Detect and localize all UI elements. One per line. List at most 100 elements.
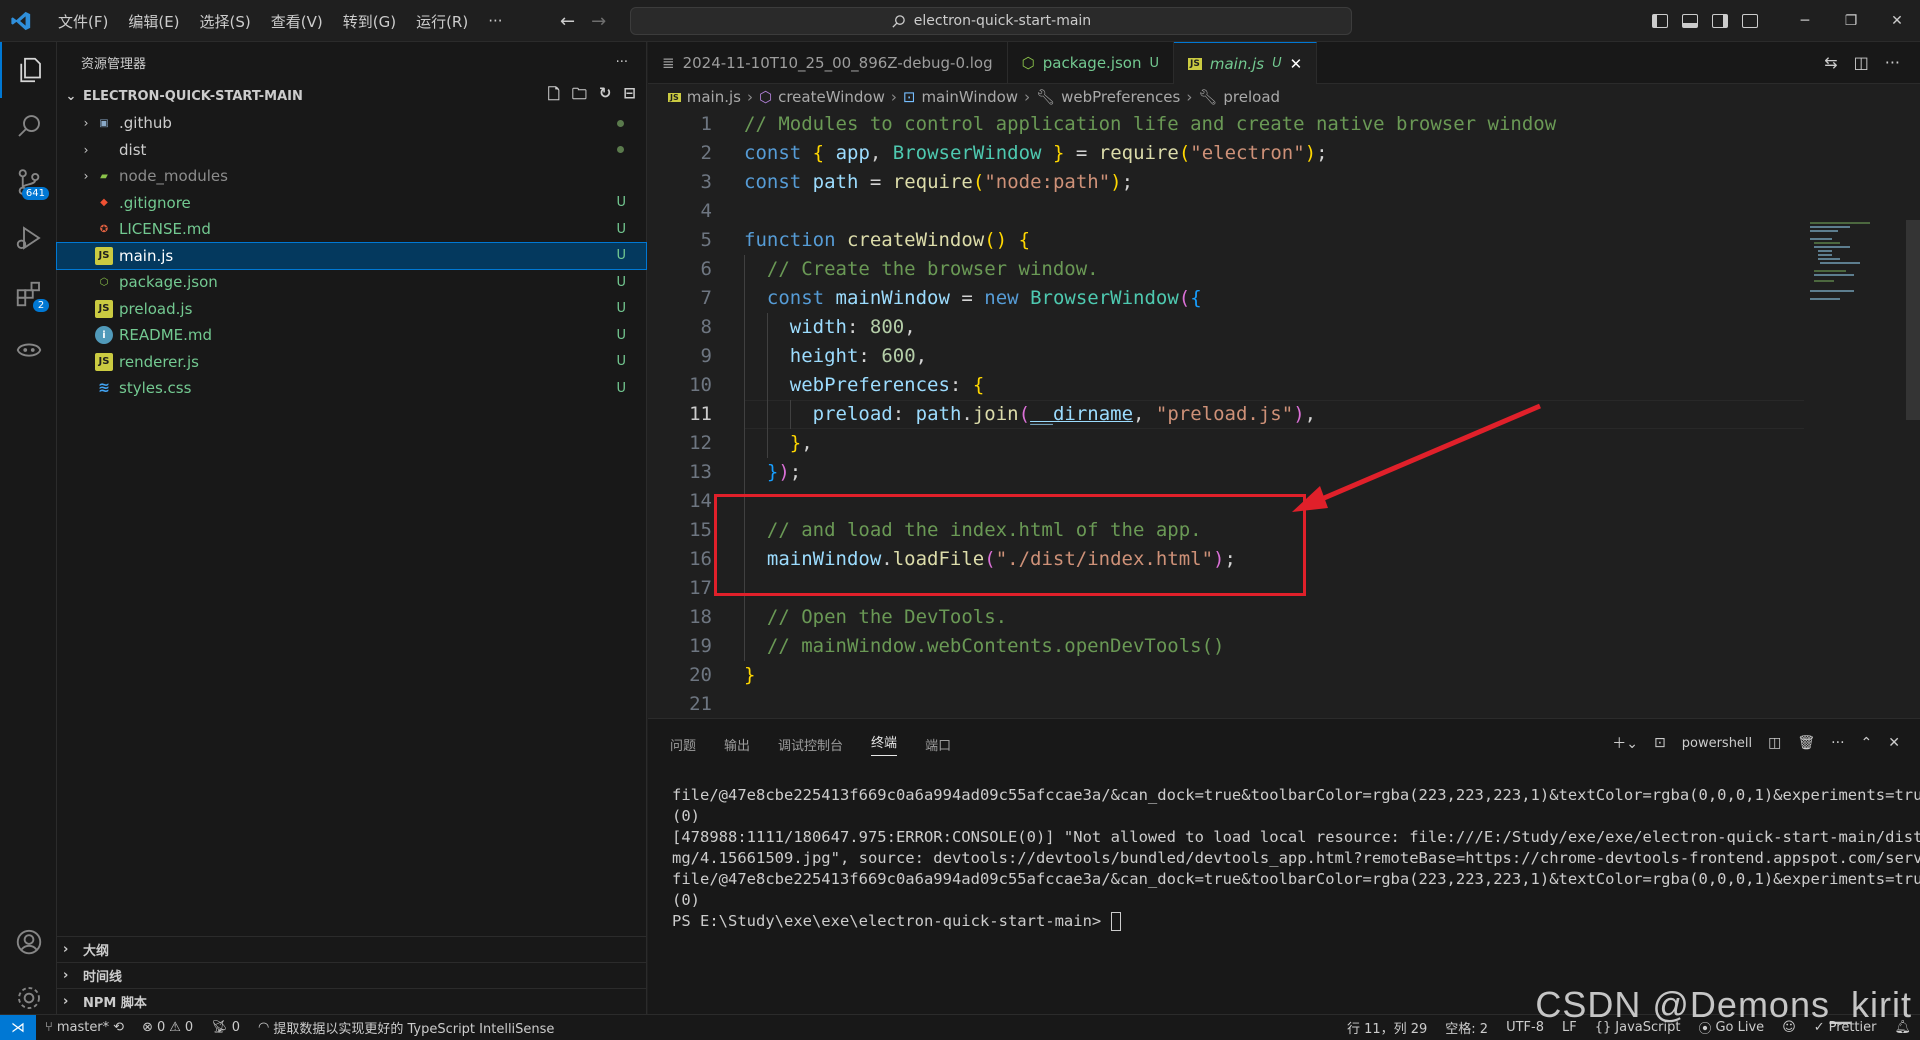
tab-debug-log[interactable]: ≣ 2024-11-10T10_25_00_896Z-debug-0.log <box>648 42 1008 84</box>
maximize-panel-icon[interactable]: ⌃ <box>1861 735 1873 751</box>
tab-output[interactable]: 输出 <box>724 735 750 754</box>
toggle-primary-sidebar-icon[interactable] <box>1652 14 1668 28</box>
forward-arrow-icon[interactable]: → <box>591 11 606 32</box>
tab-problems[interactable]: 问题 <box>670 735 696 754</box>
terminal-shell-label[interactable]: powershell <box>1682 736 1752 751</box>
menu-view[interactable]: 查看(V) <box>263 7 331 36</box>
menu-more[interactable]: ··· <box>480 8 510 34</box>
menu-selection[interactable]: 选择(S) <box>192 7 259 36</box>
tab-ports[interactable]: 端口 <box>925 735 951 754</box>
tree-file-renderer-js[interactable]: JS renderer.js U <box>57 349 646 376</box>
terminal-prompt-row: PS E:\Study\exe\exe\electron-quick-start… <box>672 911 1902 932</box>
npm-scripts-section[interactable]: › NPM 脚本 <box>57 988 647 1014</box>
menu-run[interactable]: 运行(R) <box>408 7 476 36</box>
source-control-activity[interactable]: 641 <box>0 154 57 210</box>
menu-bar: 文件(F) 编辑(E) 选择(S) 查看(V) 转到(G) 运行(R) ··· <box>50 0 511 42</box>
compare-changes-icon[interactable]: ⇆ <box>1824 53 1837 72</box>
tree-file-main-js[interactable]: JS main.js U <box>56 241 647 270</box>
editor-actions: ⇆ ◫ ··· <box>1824 42 1920 83</box>
accounts-activity[interactable] <box>0 914 57 970</box>
refresh-icon[interactable]: ↻ <box>599 84 612 109</box>
collapse-all-icon[interactable]: ⊟ <box>623 84 636 109</box>
outline-label: 大纲 <box>83 944 110 959</box>
chevron-right-icon: › <box>63 994 69 1009</box>
breadcrumb: JS main.js › ⬡ createWindow › ⊡ mainWind… <box>648 84 1920 110</box>
run-debug-activity[interactable] <box>0 210 57 266</box>
new-terminal-icon[interactable]: ＋⌄ <box>1612 733 1638 753</box>
close-window-button[interactable]: ✕ <box>1874 0 1920 42</box>
trash-icon[interactable]: 🗑︎ <box>1797 735 1815 751</box>
untracked-status: U <box>616 327 626 343</box>
remote-explorer-activity[interactable] <box>0 322 57 378</box>
tree-file-gitignore[interactable]: ◆ .gitignore U <box>57 190 646 217</box>
breadcrumb-item[interactable]: preload <box>1223 88 1280 106</box>
git-branch[interactable]: ⑂ master* ⟲ <box>36 1020 133 1035</box>
restore-button[interactable]: ❐ <box>1828 0 1874 42</box>
timeline-section[interactable]: › 时间线 <box>57 962 647 988</box>
tree-file-license[interactable]: ✪ LICENSE.md U <box>57 216 646 243</box>
new-folder-icon[interactable]: 🗀 <box>572 84 587 109</box>
breadcrumb-item[interactable]: webPreferences <box>1061 88 1180 106</box>
tree-folder-dist[interactable]: › dist <box>57 137 646 164</box>
split-editor-icon[interactable]: ◫ <box>1854 53 1869 72</box>
tree-file-package-json[interactable]: ⬡ package.json U <box>57 269 646 296</box>
log-file-icon: ≣ <box>662 54 675 72</box>
more-actions-icon[interactable]: ··· <box>1885 53 1900 72</box>
tab-package-json[interactable]: ⬡ package.json U <box>1008 42 1175 84</box>
tree-label: .gitignore <box>119 193 191 212</box>
bottom-panel: 问题 输出 调试控制台 终端 端口 ＋⌄ ⊡ powershell ◫ 🗑︎ ·… <box>648 718 1920 1014</box>
breadcrumb-item[interactable]: main.js <box>687 88 741 106</box>
terminal-icon: ⊡ <box>1654 735 1666 751</box>
customize-layout-icon[interactable] <box>1742 14 1758 28</box>
menu-go[interactable]: 转到(G) <box>335 7 404 36</box>
tree-folder-github[interactable]: › ▣ .github <box>57 110 646 137</box>
tab-debug-console[interactable]: 调试控制台 <box>778 735 843 754</box>
javascript-file-icon: JS <box>95 299 113 318</box>
extensions-activity[interactable]: 2 <box>0 266 57 322</box>
problems-status[interactable]: ⊗ 0 ⚠ 0 <box>133 1020 202 1035</box>
command-center-search[interactable]: electron-quick-start-main <box>630 7 1352 35</box>
toggle-panel-icon[interactable] <box>1682 14 1698 28</box>
editor-scrollbar[interactable] <box>1906 220 1920 420</box>
code-line: 5 function createWindow() { <box>700 229 1031 251</box>
code-line: 9 height: 600, <box>700 345 928 367</box>
search-activity[interactable] <box>0 98 57 154</box>
more-actions-icon[interactable]: ··· <box>1831 735 1844 751</box>
menu-file[interactable]: 文件(F) <box>50 7 116 36</box>
close-panel-icon[interactable]: ✕ <box>1888 735 1900 751</box>
tab-terminal[interactable]: 终端 <box>871 732 898 756</box>
tab-label: main.js <box>1209 54 1265 73</box>
tree-folder-node-modules[interactable]: › ▰ node_modules <box>57 163 646 190</box>
tab-main-js[interactable]: JS main.js U ✕ <box>1174 42 1318 84</box>
remote-indicator[interactable]: ⋊ <box>0 1014 36 1040</box>
minimize-button[interactable]: ─ <box>1782 0 1828 42</box>
outline-section[interactable]: › 大纲 <box>57 936 647 962</box>
ports-status[interactable]: 📡︎ 0 <box>202 1020 249 1035</box>
untracked-status: U <box>616 248 626 264</box>
menu-edit[interactable]: 编辑(E) <box>120 7 187 36</box>
code-line: 20} <box>689 664 756 686</box>
cursor-position[interactable]: 行 11，列 29 <box>1338 1018 1436 1037</box>
javascript-file-icon: JS <box>668 92 681 102</box>
close-icon[interactable]: ✕ <box>1290 55 1303 73</box>
explorer-activity[interactable] <box>0 42 57 98</box>
terminal-output[interactable]: file/@47e8cbe225413f669c0a6a994ad09c55af… <box>672 785 1920 932</box>
terminal-line: (0) <box>672 891 700 909</box>
breadcrumb-item[interactable]: createWindow <box>778 88 885 106</box>
minimap[interactable] <box>1810 220 1890 310</box>
progress-status: ◠ 提取数据以实现更好的 TypeScript IntelliSense <box>249 1018 563 1037</box>
indentation[interactable]: 空格: 2 <box>1436 1018 1497 1037</box>
tree-file-preload-js[interactable]: JS preload.js U <box>57 296 646 323</box>
chevron-right-icon: › <box>83 142 89 157</box>
tree-file-styles-css[interactable]: ≋ styles.css U <box>57 375 646 402</box>
back-arrow-icon[interactable]: ← <box>560 11 575 32</box>
folder-name: ELECTRON-QUICK-START-MAIN <box>83 88 303 104</box>
new-file-icon[interactable]: 🗋 <box>548 84 560 109</box>
toggle-secondary-sidebar-icon[interactable] <box>1712 14 1728 28</box>
tree-file-readme[interactable]: i README.md U <box>57 322 646 349</box>
breadcrumb-item[interactable]: mainWindow <box>921 88 1018 106</box>
explorer-more-button[interactable]: ··· <box>616 55 628 70</box>
account-icon <box>16 929 41 955</box>
split-terminal-icon[interactable]: ◫ <box>1768 735 1781 751</box>
folder-section-header[interactable]: ⌄ ELECTRON-QUICK-START-MAIN 🗋 🗀 ↻ ⊟ <box>57 82 646 110</box>
